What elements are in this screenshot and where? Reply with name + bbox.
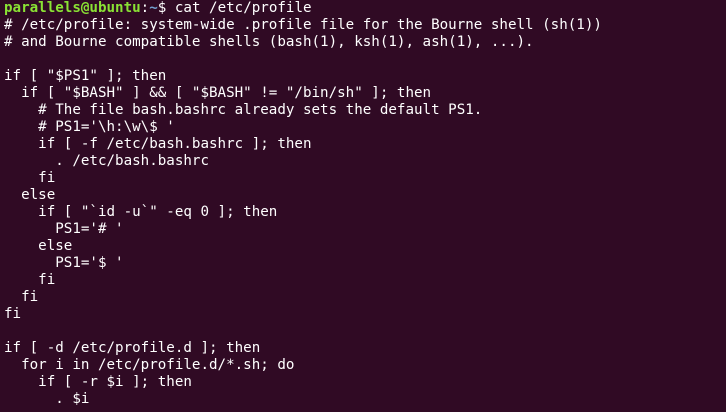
output-line: if [ "$BASH" ] && [ "$BASH" != "/bin/sh"… bbox=[4, 85, 432, 101]
prompt-user-host: parallels@ubuntu bbox=[4, 0, 141, 16]
output-line: if [ -d /etc/profile.d ]; then bbox=[4, 340, 261, 356]
output-line: else bbox=[4, 238, 73, 254]
output-line: if [ -r $i ]; then bbox=[4, 374, 192, 390]
prompt-path: ~ bbox=[149, 0, 158, 16]
output-line: fi bbox=[4, 306, 22, 322]
output-line: # /etc/profile: system-wide .profile fil… bbox=[4, 17, 602, 33]
output-line: # The file bash.bashrc already sets the … bbox=[4, 102, 483, 118]
output-line: for i in /etc/profile.d/*.sh; do bbox=[4, 357, 295, 373]
output-line: fi bbox=[4, 289, 39, 305]
output-line: # and Bourne compatible shells (bash(1),… bbox=[4, 34, 534, 50]
output-line: if [ "$PS1" ]; then bbox=[4, 68, 167, 84]
terminal-screen[interactable]: parallels@ubuntu:~$ cat /etc/profile # /… bbox=[4, 0, 722, 412]
prompt-line: parallels@ubuntu:~$ cat /etc/profile bbox=[4, 0, 722, 17]
output-line: if [ -f /etc/bash.bashrc ]; then bbox=[4, 136, 312, 152]
output-line: . /etc/bash.bashrc bbox=[4, 153, 209, 169]
output-line: PS1='# ' bbox=[4, 221, 124, 237]
prompt-separator: : bbox=[140, 0, 150, 16]
output-line: . $i bbox=[4, 391, 90, 407]
output-line: fi bbox=[4, 170, 56, 186]
output-line: if [ "`id -u`" -eq 0 ]; then bbox=[4, 204, 278, 220]
output-line: # PS1='\h:\w\$ ' bbox=[4, 119, 175, 135]
output-line: fi bbox=[4, 272, 56, 288]
output-line: PS1='$ ' bbox=[4, 255, 124, 271]
output-line: else bbox=[4, 187, 56, 203]
prompt-command: cat /etc/profile bbox=[174, 0, 312, 16]
prompt-symbol: $ bbox=[157, 0, 175, 16]
terminal-window[interactable]: parallels@ubuntu:~$ cat /etc/profile # /… bbox=[0, 0, 726, 412]
